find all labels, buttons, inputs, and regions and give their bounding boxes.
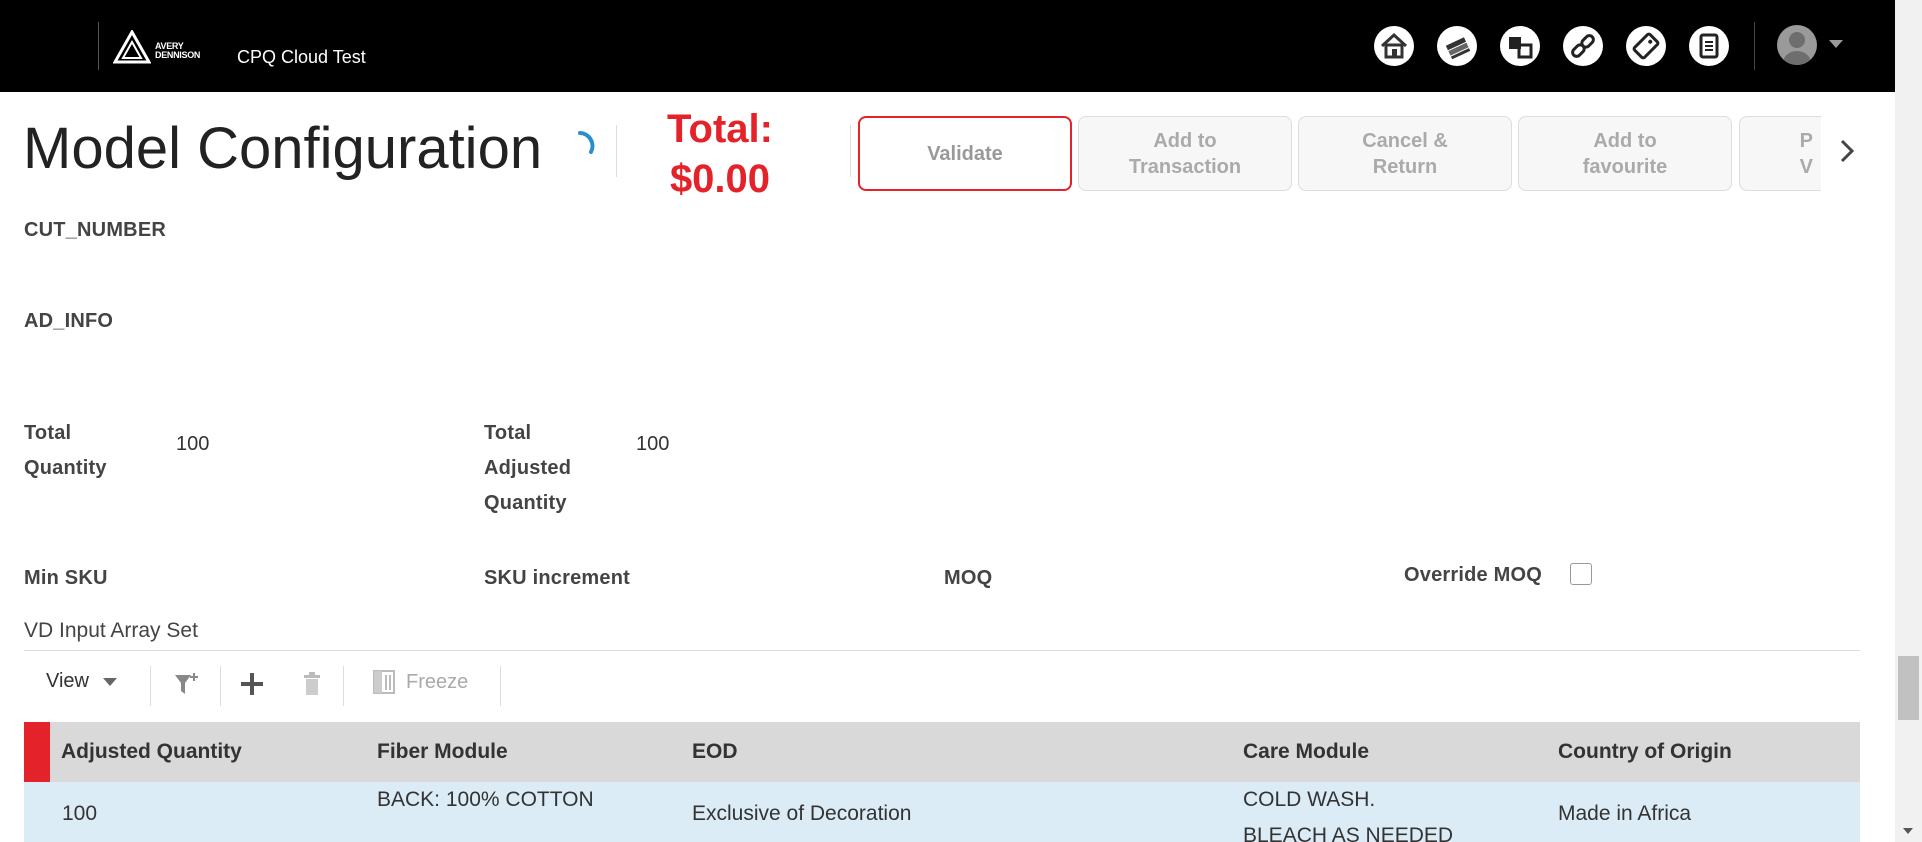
header-divider [850, 125, 851, 177]
topbar-divider [98, 22, 99, 70]
avery-dennison-logo[interactable]: AVERY DENNISON [113, 30, 200, 64]
column-header-care-module[interactable]: Care Module [1243, 740, 1369, 764]
scrollbar-thumb[interactable] [1898, 656, 1919, 720]
total-price: Total: $0.00 [660, 104, 780, 204]
links-icon[interactable] [1563, 26, 1603, 66]
validate-button[interactable]: Validate [858, 116, 1072, 191]
add-to-favourite-label-1: Add to [1593, 129, 1657, 152]
total-adjusted-quantity-label-line2: Adjusted [484, 457, 572, 479]
cancel-return-label-2: Return [1372, 155, 1438, 178]
add-to-transaction-label-2: Transaction [1128, 155, 1242, 178]
total-value: $0.00 [669, 157, 771, 201]
freeze-label: Freeze [406, 670, 469, 693]
freeze-icon [373, 670, 395, 694]
add-to-favourite-button[interactable]: Add to favourite [1518, 116, 1732, 191]
column-header-country-of-origin[interactable]: Country of Origin [1558, 740, 1732, 764]
top-navigation-bar: AVERY DENNISON CPQ Cloud Test [0, 0, 1895, 92]
table-header: Adjusted Quantity Fiber Module EOD Care … [24, 722, 1860, 782]
table-row[interactable]: 100 BACK: 100% COTTON Exclusive of Decor… [24, 782, 1860, 842]
override-moq-label: Override MOQ [1404, 564, 1542, 586]
total-quantity-label: Total Quantity [24, 416, 107, 486]
cancel-and-return-button[interactable]: Cancel & Return [1298, 116, 1512, 191]
cut-number-label: CUT_NUMBER [24, 219, 166, 241]
tag-icon[interactable] [1626, 26, 1666, 66]
moq-label: MOQ [944, 567, 993, 589]
toolbar-divider [343, 666, 344, 706]
scroll-actions-chevron-right-icon[interactable] [1836, 136, 1858, 166]
avatar-icon[interactable] [1777, 25, 1817, 65]
logo-text-line2: DENNISON [155, 50, 201, 60]
header-divider [616, 125, 617, 177]
overflow-action-button[interactable]: PV [1739, 116, 1821, 191]
toolbar-divider [220, 666, 221, 706]
toolbar-divider [150, 666, 151, 706]
page-title: Model Configuration [23, 116, 543, 181]
cell-country-of-origin[interactable]: Made in Africa [1558, 800, 1691, 828]
ad-info-label: AD_INFO [24, 310, 114, 332]
view-menu-button[interactable]: View [46, 670, 117, 693]
scroll-down-arrow-icon[interactable] [1903, 828, 1913, 834]
override-moq-checkbox[interactable] [1570, 563, 1592, 585]
total-adjusted-quantity-label: Total Adjusted Quantity [484, 416, 571, 521]
freeze-button[interactable]: Freeze [372, 668, 468, 696]
array-set-title: VD Input Array Set [24, 619, 198, 642]
overflow-action-label-2: V [1799, 155, 1813, 178]
home-icon[interactable] [1374, 26, 1414, 66]
care-module-line2: BLEACH AS NEEDED [1243, 824, 1454, 842]
delete-icon[interactable] [296, 668, 328, 700]
app-title: CPQ Cloud Test [237, 47, 366, 67]
total-adjusted-quantity-label-line3: Quantity [484, 492, 567, 514]
cell-adjusted-quantity[interactable]: 100 [62, 800, 97, 828]
total-quantity-label-line2: Quantity [24, 457, 107, 479]
total-adjusted-quantity-value: 100 [636, 433, 670, 455]
page-scrollbar[interactable] [1895, 0, 1922, 842]
toolbar-divider [500, 666, 501, 706]
cell-eod[interactable]: Exclusive of Decoration [692, 800, 911, 828]
section-divider [24, 650, 1860, 651]
topbar-divider [1754, 22, 1755, 70]
add-to-transaction-label-1: Add to [1153, 129, 1217, 152]
validate-button-label: Validate [927, 142, 1003, 165]
documents-icon[interactable] [1689, 26, 1729, 66]
add-to-favourite-label-2: favourite [1582, 155, 1668, 178]
care-module-line1: COLD WASH. [1243, 788, 1376, 811]
overflow-action-label-1: P [1799, 129, 1813, 152]
column-header-adjusted-quantity[interactable]: Adjusted Quantity [61, 740, 242, 764]
cell-fiber-module[interactable]: BACK: 100% COTTON [377, 786, 594, 814]
view-menu-label: View [46, 670, 89, 692]
total-quantity-label-line1: Total [24, 422, 72, 444]
add-to-transaction-button[interactable]: Add to Transaction [1078, 116, 1292, 191]
transactions-icon[interactable] [1437, 26, 1477, 66]
logo-wordmark: AVERY DENNISON [155, 42, 200, 60]
logo-mark-icon [113, 30, 151, 64]
cell-care-module[interactable]: COLD WASH. BLEACH AS NEEDED [1243, 786, 1453, 842]
products-icon[interactable] [1500, 26, 1540, 66]
view-chevron-down-icon [103, 677, 117, 686]
column-header-eod[interactable]: EOD [692, 740, 738, 764]
row-selector-header[interactable] [24, 722, 50, 782]
sku-increment-label: SKU increment [484, 567, 630, 589]
user-menu-chevron-down-icon[interactable] [1829, 40, 1843, 48]
total-adjusted-quantity-label-line1: Total [484, 422, 532, 444]
total-quantity-value: 100 [176, 433, 210, 455]
cancel-return-label-1: Cancel & [1362, 129, 1448, 152]
column-header-fiber-module[interactable]: Fiber Module [377, 740, 508, 764]
loading-spinner-icon [578, 131, 595, 154]
min-sku-label: Min SKU [24, 567, 108, 589]
filter-icon[interactable] [170, 668, 202, 700]
total-label: Total: [667, 107, 773, 151]
add-icon[interactable] [236, 668, 268, 700]
